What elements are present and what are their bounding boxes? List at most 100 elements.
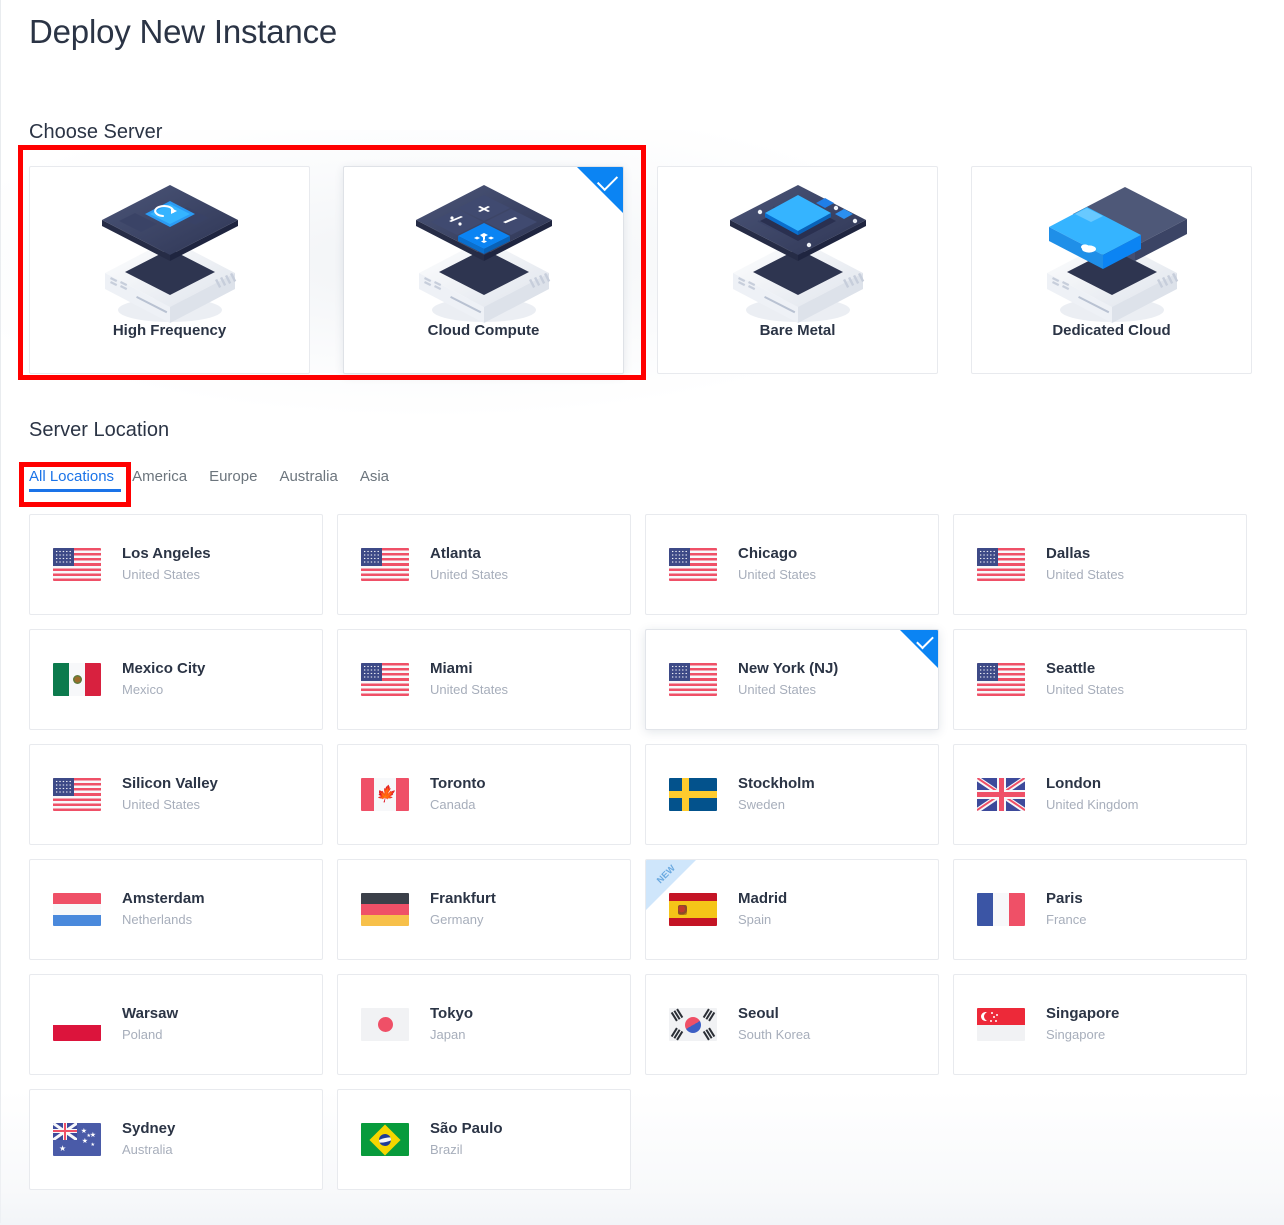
location-card[interactable]: Chicago United States [645,514,939,615]
location-card[interactable]: Warsaw Poland [29,974,323,1075]
location-country-name: Singapore [1046,1027,1106,1043]
location-city-name: Paris [1046,890,1083,908]
server-type-card-bare-metal[interactable]: Bare Metal [657,166,938,374]
location-card[interactable]: Seattle United States [953,629,1247,730]
flag-us-icon [977,548,1025,581]
location-country-name: Japan [430,1027,466,1043]
location-card[interactable]: New York (NJ) United States [645,629,939,730]
location-city-name: Frankfurt [430,890,496,908]
location-city-name: London [1046,775,1101,793]
flag-us-icon [361,548,409,581]
location-card[interactable]: Seoul South Korea [645,974,939,1075]
server-type-card-dedicated-cloud[interactable]: Dedicated Cloud [971,166,1252,374]
location-country-name: South Korea [738,1027,811,1043]
location-city-name: Los Angeles [122,545,211,563]
location-card[interactable]: Los Angeles United States [29,514,323,615]
location-country-name: United States [430,682,509,698]
location-card[interactable]: Atlanta United States [337,514,631,615]
flag-au-icon: ★ ★ ★ ★ ★ ★ [53,1123,101,1156]
location-city-name: Seoul [738,1005,779,1023]
location-tab-europe[interactable]: Europe [209,464,279,496]
flag-gb-icon [977,778,1025,811]
location-tab-all-locations[interactable]: All Locations [29,464,132,496]
location-tab-australia[interactable]: Australia [279,464,359,496]
location-text: Toronto Canada [430,774,486,815]
flag-us-icon [361,663,409,696]
location-card[interactable]: Mexico City Mexico [29,629,323,730]
location-card[interactable]: Amsterdam Netherlands [29,859,323,960]
location-country-name: Germany [430,912,484,928]
location-text: Miami United States [430,659,508,700]
location-card[interactable]: Madrid Spain NEW [645,859,939,960]
server-art-container [703,177,893,323]
location-card[interactable]: Frankfurt Germany [337,859,631,960]
flag-us-icon [669,663,717,696]
flag-us-icon [977,663,1025,696]
location-country-name: Sweden [738,797,785,813]
flag-mx-icon [53,663,101,696]
location-country-name: United States [738,682,817,698]
location-text: São Paulo Brazil [430,1119,503,1160]
flag-us-icon [669,548,717,581]
flag-br-icon [361,1123,409,1156]
bare-metal-illustration [729,185,866,323]
location-card[interactable]: London United Kingdom [953,744,1247,845]
location-city-name: Mexico City [122,660,206,678]
selected-corner-check-icon [577,167,623,213]
location-country-name: Mexico [122,682,164,698]
flag-de-icon [361,893,409,926]
location-city-name: Sydney [122,1120,176,1138]
location-city-name: Toronto [430,775,486,793]
location-text: Stockholm Sweden [738,774,815,815]
flag-nl-icon [53,893,101,926]
cloud-compute-illustration [415,185,552,323]
location-card[interactable]: São Paulo Brazil [337,1089,631,1190]
location-card[interactable]: Miami United States [337,629,631,730]
location-country-name: France [1046,912,1087,928]
location-country-name: United States [122,567,201,583]
location-text: Sydney Australia [122,1119,175,1160]
location-tab-asia[interactable]: Asia [360,464,411,496]
location-city-name: New York (NJ) [738,660,839,678]
location-country-name: United States [122,797,201,813]
location-country-name: Brazil [430,1142,463,1158]
location-city-name: Silicon Valley [122,775,218,793]
flag-kr-icon [669,1008,717,1041]
location-text: Seoul South Korea [738,1004,810,1045]
page-title: Deploy New Instance [29,13,338,50]
location-country-name: Netherlands [122,912,193,928]
location-card[interactable]: Stockholm Sweden [645,744,939,845]
location-card[interactable]: Silicon Valley United States [29,744,323,845]
selected-corner-check-icon [900,630,938,668]
location-country-name: Canada [430,797,476,813]
location-city-name: Stockholm [738,775,815,793]
location-city-name: Dallas [1046,545,1091,563]
location-text: London United Kingdom [1046,774,1139,815]
location-text: New York (NJ) United States [738,659,838,700]
location-city-name: Madrid [738,890,788,908]
location-text: Mexico City Mexico [122,659,205,700]
location-tab-america[interactable]: America [132,464,209,496]
location-country-name: United States [430,567,509,583]
location-country-name: United States [1046,567,1125,583]
location-text: Tokyo Japan [430,1004,473,1045]
location-grid: Los Angeles United States Atlanta United St… [29,514,1284,1190]
server-type-card-cloud-compute[interactable]: Cloud Compute [343,166,624,374]
location-card[interactable]: Singapore Singapore [953,974,1247,1075]
location-city-name: São Paulo [430,1120,503,1138]
location-card[interactable]: Toronto Canada [337,744,631,845]
location-card[interactable]: Tokyo Japan [337,974,631,1075]
flag-ca-icon [361,778,409,811]
server-location-heading: Server Location [29,419,170,441]
server-art-container [1017,177,1207,323]
location-card[interactable]: Paris France [953,859,1247,960]
high-frequency-illustration [101,185,238,323]
location-card[interactable]: Dallas United States [953,514,1247,615]
location-city-name: Tokyo [430,1005,474,1023]
location-country-name: Australia [122,1142,173,1158]
flag-jp-icon [361,1008,409,1041]
location-text: Chicago United States [738,544,816,585]
location-card[interactable]: ★ ★ ★ ★ ★ ★ Sydney Australia [29,1089,323,1190]
choose-server-heading: Choose Server [29,121,163,143]
server-type-card-high-frequency[interactable]: High Frequency [29,166,310,374]
